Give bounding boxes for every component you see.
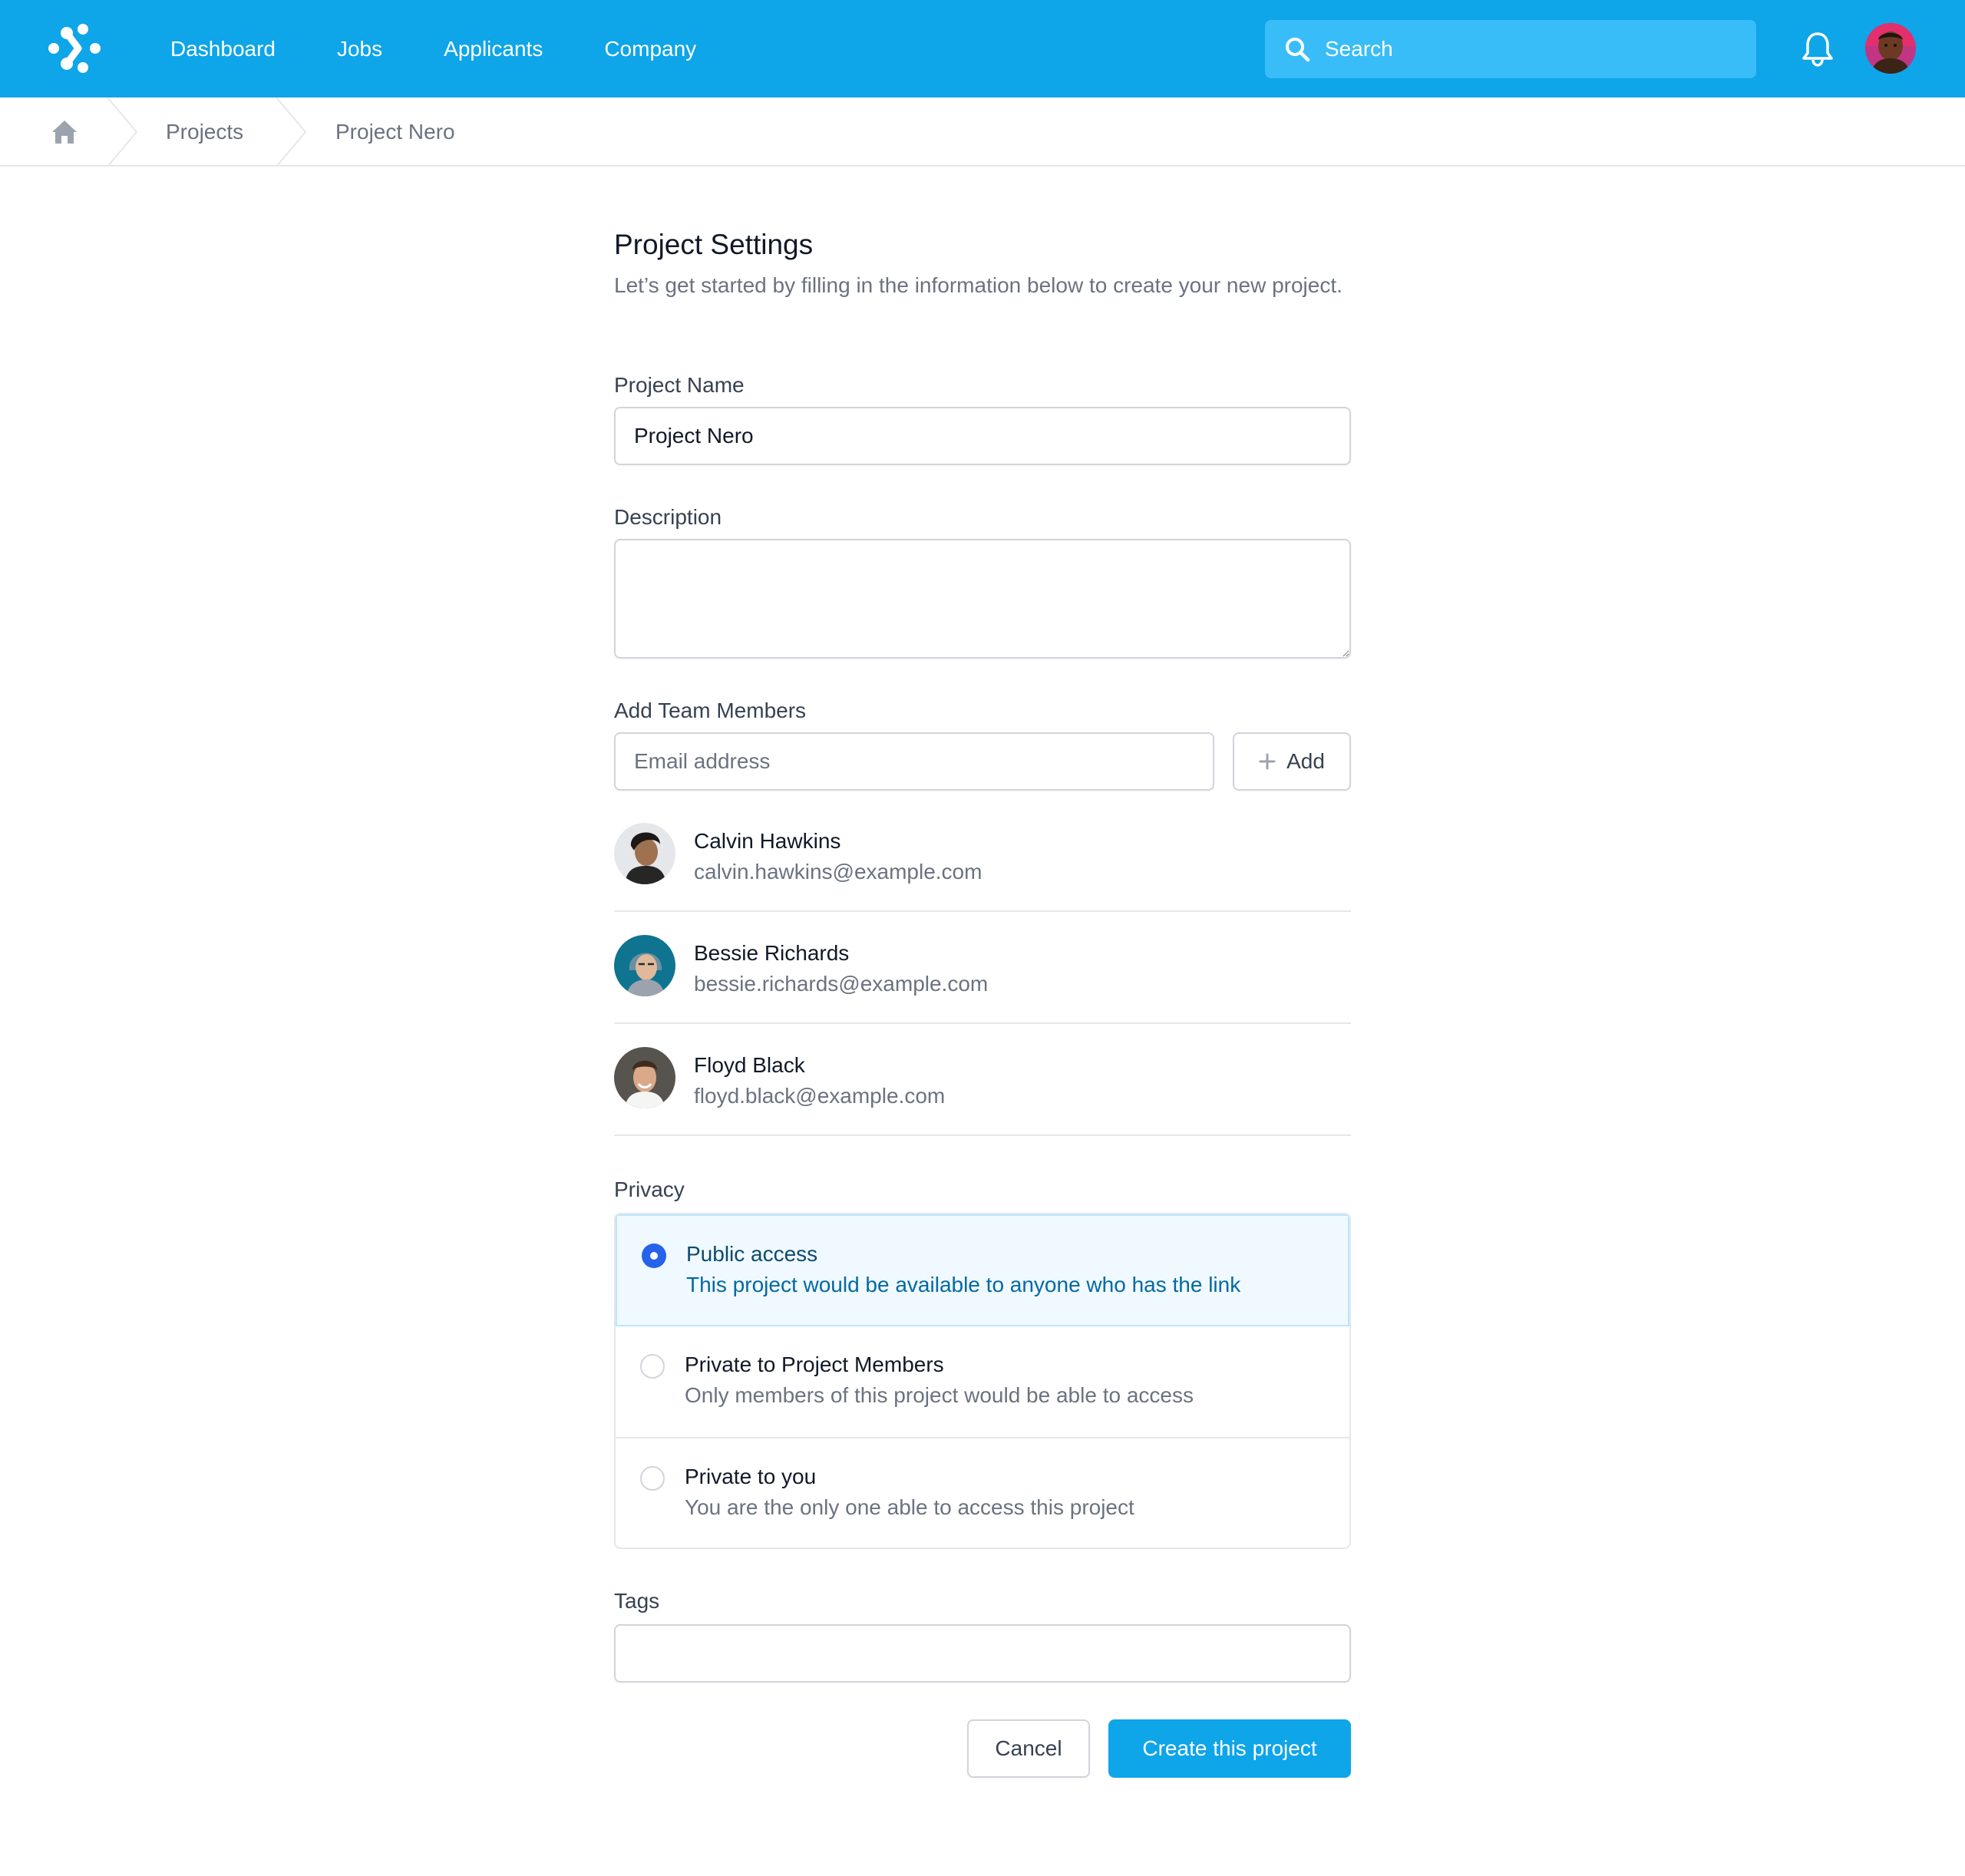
breadcrumb-separator-icon	[276, 97, 307, 167]
search-input[interactable]	[1325, 37, 1739, 61]
privacy-option-project-members[interactable]: Private to Project Members Only members …	[616, 1326, 1349, 1438]
privacy-option-title: Private to you	[685, 1465, 817, 1488]
email-field[interactable]	[614, 732, 1214, 791]
member-name: Bessie Richards	[694, 941, 850, 965]
plus-icon	[1259, 753, 1276, 770]
nav-company[interactable]: Company	[604, 37, 696, 61]
nav-dashboard[interactable]: Dashboard	[170, 37, 276, 61]
privacy-option-title: Private to Project Members	[685, 1353, 944, 1376]
avatar	[614, 1047, 675, 1108]
privacy-option-description: This project would be available to anyon…	[686, 1273, 1241, 1296]
member-name: Calvin Hawkins	[694, 829, 841, 853]
member-email: calvin.hawkins@example.com	[694, 860, 982, 884]
member-name: Floyd Black	[694, 1053, 805, 1077]
project-name-input[interactable]	[614, 407, 1351, 465]
nav-applicants[interactable]: Applicants	[444, 37, 543, 61]
avatar-image	[614, 1047, 675, 1108]
team-member-row: Bessie Richards bessie.richards@example.…	[614, 912, 1351, 1024]
description-textarea[interactable]	[614, 539, 1351, 659]
description-label: Description	[614, 505, 722, 529]
radio-private[interactable]	[640, 1466, 665, 1491]
nav-jobs[interactable]: Jobs	[337, 37, 382, 61]
project-name-label: Project Name	[614, 373, 745, 397]
add-member-button[interactable]: Add	[1233, 732, 1351, 791]
avatar	[614, 935, 675, 996]
create-project-button[interactable]: Create this project	[1108, 1719, 1351, 1778]
team-member-row: Calvin Hawkins calvin.hawkins@example.co…	[614, 800, 1351, 912]
breadcrumb-project-nero[interactable]: Project Nero	[335, 97, 455, 167]
tags-input[interactable]	[614, 1624, 1351, 1683]
member-email: bessie.richards@example.com	[694, 972, 989, 996]
privacy-option-public[interactable]: Public access This project would be avai…	[616, 1214, 1349, 1326]
search-box[interactable]	[1265, 20, 1756, 78]
radio-public[interactable]	[642, 1244, 666, 1268]
privacy-option-description: You are the only one able to access this…	[685, 1495, 1134, 1519]
team-members-label: Add Team Members	[614, 699, 807, 722]
bell-icon[interactable]	[1801, 31, 1835, 68]
breadcrumb-separator-icon	[107, 97, 138, 167]
privacy-label: Privacy	[614, 1177, 685, 1201]
home-icon[interactable]	[51, 119, 78, 145]
avatar-image	[614, 823, 675, 884]
add-member-button-label: Add	[1286, 749, 1325, 773]
logo-icon[interactable]	[48, 23, 101, 74]
user-avatar-image	[1865, 23, 1916, 74]
avatar-image	[614, 935, 675, 996]
privacy-option-private[interactable]: Private to you You are the only one able…	[616, 1438, 1349, 1547]
tags-label: Tags	[614, 1589, 660, 1613]
privacy-radio-group: Public access This project would be avai…	[614, 1213, 1351, 1549]
breadcrumb: Projects Project Nero	[0, 97, 1965, 167]
privacy-option-title: Public access	[686, 1242, 818, 1266]
radio-project-members[interactable]	[640, 1354, 665, 1379]
member-email: floyd.black@example.com	[694, 1084, 946, 1108]
cancel-button[interactable]: Cancel	[967, 1719, 1090, 1778]
top-navigation: Dashboard Jobs Applicants Company	[0, 0, 1965, 97]
main-nav: Dashboard Jobs Applicants Company	[170, 0, 758, 97]
search-icon	[1286, 38, 1310, 62]
user-avatar[interactable]	[1865, 23, 1916, 74]
avatar	[614, 823, 675, 884]
breadcrumb-projects[interactable]: Projects	[166, 97, 243, 167]
team-member-row: Floyd Black floyd.black@example.com	[614, 1024, 1351, 1136]
page-subtitle: Let’s get started by filling in the info…	[614, 273, 1342, 297]
privacy-option-description: Only members of this project would be ab…	[685, 1383, 1194, 1407]
page-title: Project Settings	[614, 229, 814, 260]
